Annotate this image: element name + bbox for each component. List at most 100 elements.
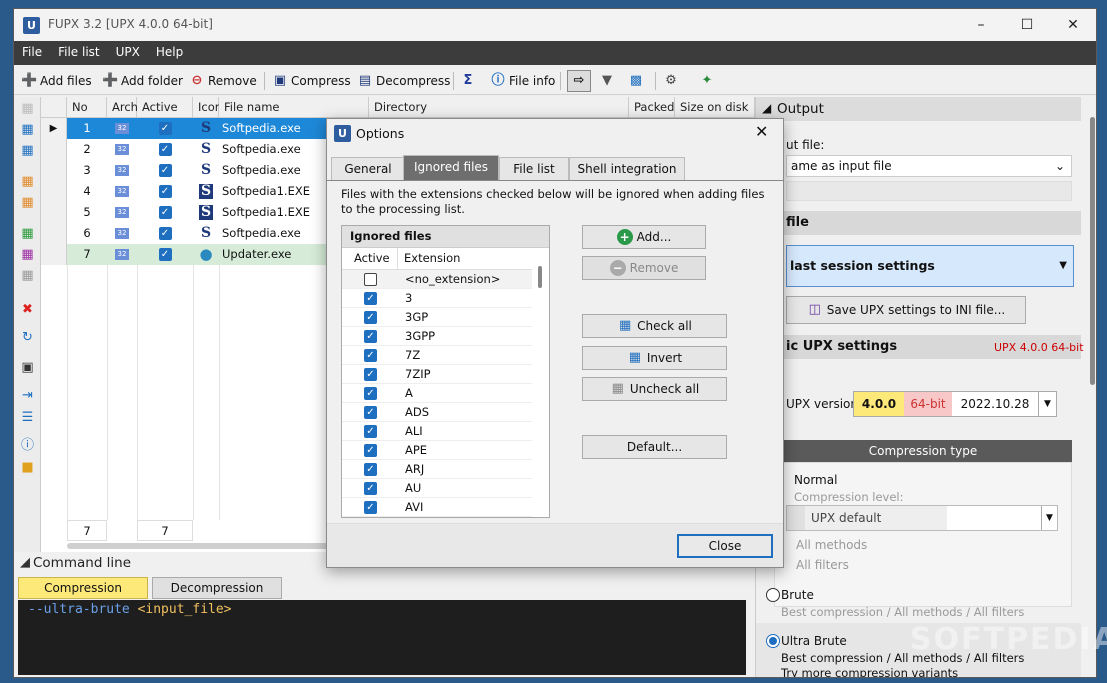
row-active[interactable]: ✓ [137, 139, 193, 160]
settings-button[interactable]: ⚙ [663, 70, 679, 92]
close-window-button[interactable]: ✕ [1050, 9, 1096, 41]
panel-toggle-button[interactable]: ⇨ [567, 70, 591, 92]
extension-row[interactable]: ✓ AU [342, 479, 532, 498]
extension-checkbox[interactable]: ✓ [364, 403, 377, 422]
import-icon[interactable]: ⇥ [19, 387, 36, 404]
all-filters-checkbox[interactable]: All filters [796, 558, 849, 572]
close-button[interactable]: Close [677, 534, 773, 558]
extension-checkbox[interactable]: ✓ [364, 460, 377, 479]
default-button[interactable]: Default... [582, 435, 727, 459]
compress-button[interactable]: ▣ Compress [272, 70, 351, 92]
save-ini-button[interactable]: ◫ Save UPX settings to INI file... [786, 296, 1026, 324]
extension-row[interactable]: ✓ ARJ [342, 460, 532, 479]
extension-checkbox[interactable]: ✓ [364, 479, 377, 498]
all-methods-checkbox[interactable]: All methods [796, 538, 867, 552]
extension-row[interactable]: <no_extension> [342, 270, 532, 289]
tab-general[interactable]: General [331, 157, 405, 180]
sum-button[interactable]: Σ [460, 70, 476, 92]
row-active[interactable]: ✓ [137, 160, 193, 181]
pin-button[interactable]: ✦ [699, 70, 715, 92]
check-grey-icon[interactable]: ▦ [19, 267, 36, 284]
extension-row[interactable]: ✓ ALI [342, 422, 532, 441]
collapse-icon[interactable]: ◢ [20, 555, 30, 570]
check-all-icon[interactable]: ▦ [19, 225, 36, 242]
remove-ext-button[interactable]: − Remove [582, 256, 706, 280]
extension-row[interactable]: ✓ A [342, 384, 532, 403]
number-icon[interactable]: ▣ [19, 359, 36, 376]
extension-row[interactable]: ✓ AVI [342, 498, 532, 517]
grid-header-active[interactable]: Active [137, 97, 193, 118]
output-collapse-icon[interactable]: ◢ [762, 101, 771, 115]
chart-button[interactable]: ▩ [628, 70, 644, 92]
extension-checkbox[interactable]: ✓ [364, 441, 377, 460]
decompress-button[interactable]: ▤ Decompress [357, 70, 451, 92]
select-orange-icon[interactable]: ▦ [19, 173, 36, 190]
grid-header-file-name[interactable]: File name [219, 97, 369, 118]
extension-checkbox[interactable]: ✓ [364, 289, 377, 308]
tab-file-list[interactable]: File list [499, 157, 569, 180]
uncheck-all-button[interactable]: ▦ Uncheck all [582, 377, 727, 401]
extension-row[interactable]: ✓ 7Z [342, 346, 532, 365]
maximize-button[interactable]: ☐ [1004, 9, 1050, 41]
row-active[interactable]: ✓ [137, 202, 193, 223]
select-orange2-icon[interactable]: ▦ [19, 194, 36, 211]
output-path-field[interactable] [786, 181, 1072, 201]
extension-row[interactable]: ✓ 3 [342, 289, 532, 308]
invert-button[interactable]: ▦ Invert [582, 346, 727, 370]
grid-header-packed[interactable]: Packed [629, 97, 675, 118]
file-info-button[interactable]: ⓘ File info [490, 70, 555, 92]
extension-checkbox[interactable]: ✓ [364, 498, 377, 517]
extension-checkbox[interactable]: ✓ [364, 384, 377, 403]
tab-ignored-files[interactable]: Ignored files [403, 155, 499, 180]
dialog-close-icon[interactable]: ✕ [755, 122, 768, 141]
delete-icon[interactable]: ✖ [19, 301, 36, 318]
tab-decompression[interactable]: Decompression [152, 577, 282, 599]
menu-file[interactable]: File [14, 41, 50, 65]
filter-button[interactable]: ▼ [599, 70, 615, 92]
ext-header-extension[interactable]: Extension [398, 248, 532, 270]
normal-radio-label[interactable]: Normal [794, 473, 837, 487]
grid-header-no[interactable]: No [67, 97, 107, 118]
minimize-button[interactable]: – [958, 9, 1004, 41]
extension-checkbox[interactable]: ✓ [364, 308, 377, 327]
compression-level-select[interactable]: UPX default ▼ [786, 505, 1058, 531]
folder-icon[interactable]: ■ [19, 459, 36, 476]
extension-checkbox[interactable] [364, 270, 377, 289]
row-active[interactable]: ✓ [137, 181, 193, 202]
row-active[interactable]: ✓ [137, 223, 193, 244]
menu-file-list[interactable]: File list [50, 41, 108, 65]
extension-checkbox[interactable]: ✓ [364, 346, 377, 365]
extension-row[interactable]: ✓ APE [342, 441, 532, 460]
upx-version-select[interactable]: 4.0.0 64-bit 2022.10.28 ▼ [853, 391, 1057, 417]
list-icon[interactable]: ☰ [19, 409, 36, 426]
tab-shell-integration[interactable]: Shell integration [569, 157, 685, 180]
grid-header-directory[interactable]: Directory [369, 97, 629, 118]
ext-scrollbar-thumb[interactable] [538, 266, 542, 288]
ultra-brute-radio[interactable] [766, 634, 780, 648]
grid-header-icon[interactable]: Icon [193, 97, 222, 118]
command-line-text[interactable]: --ultra-brute <input_file> [18, 600, 746, 675]
ext-header-active[interactable]: Active [342, 248, 398, 270]
extension-row[interactable]: ✓ 3GP [342, 308, 532, 327]
extension-row[interactable]: ✓ 7ZIP [342, 365, 532, 384]
refresh-icon[interactable]: ↻ [19, 329, 36, 346]
row-active[interactable]: ✓ [137, 244, 193, 265]
grid-header-size[interactable]: Size on disk [675, 97, 755, 118]
row-active[interactable]: ✓ [137, 118, 193, 139]
tab-compression[interactable]: Compression [18, 577, 148, 599]
menu-help[interactable]: Help [148, 41, 191, 65]
brute-radio[interactable] [766, 588, 780, 602]
check-all-button[interactable]: ▦ Check all [582, 314, 727, 338]
output-scrollbar-thumb[interactable] [1090, 117, 1095, 385]
horizontal-scrollbar[interactable] [67, 543, 337, 549]
add-folder-button[interactable]: ➕ Add folder [102, 70, 183, 92]
extension-row[interactable]: ✓ 3GPP [342, 327, 532, 346]
extension-checkbox[interactable]: ✓ [364, 422, 377, 441]
add-files-button[interactable]: ➕ Add files [21, 70, 92, 92]
remove-button[interactable]: ⊖ Remove [189, 70, 257, 92]
extension-row[interactable]: ✓ ADS [342, 403, 532, 422]
grid-header-arch[interactable]: Arch. [107, 97, 142, 118]
file-info-side-icon[interactable]: ⓘ [19, 437, 36, 454]
session-select[interactable]: last session settings ▼ [786, 245, 1074, 287]
extension-checkbox[interactable]: ✓ [364, 327, 377, 346]
